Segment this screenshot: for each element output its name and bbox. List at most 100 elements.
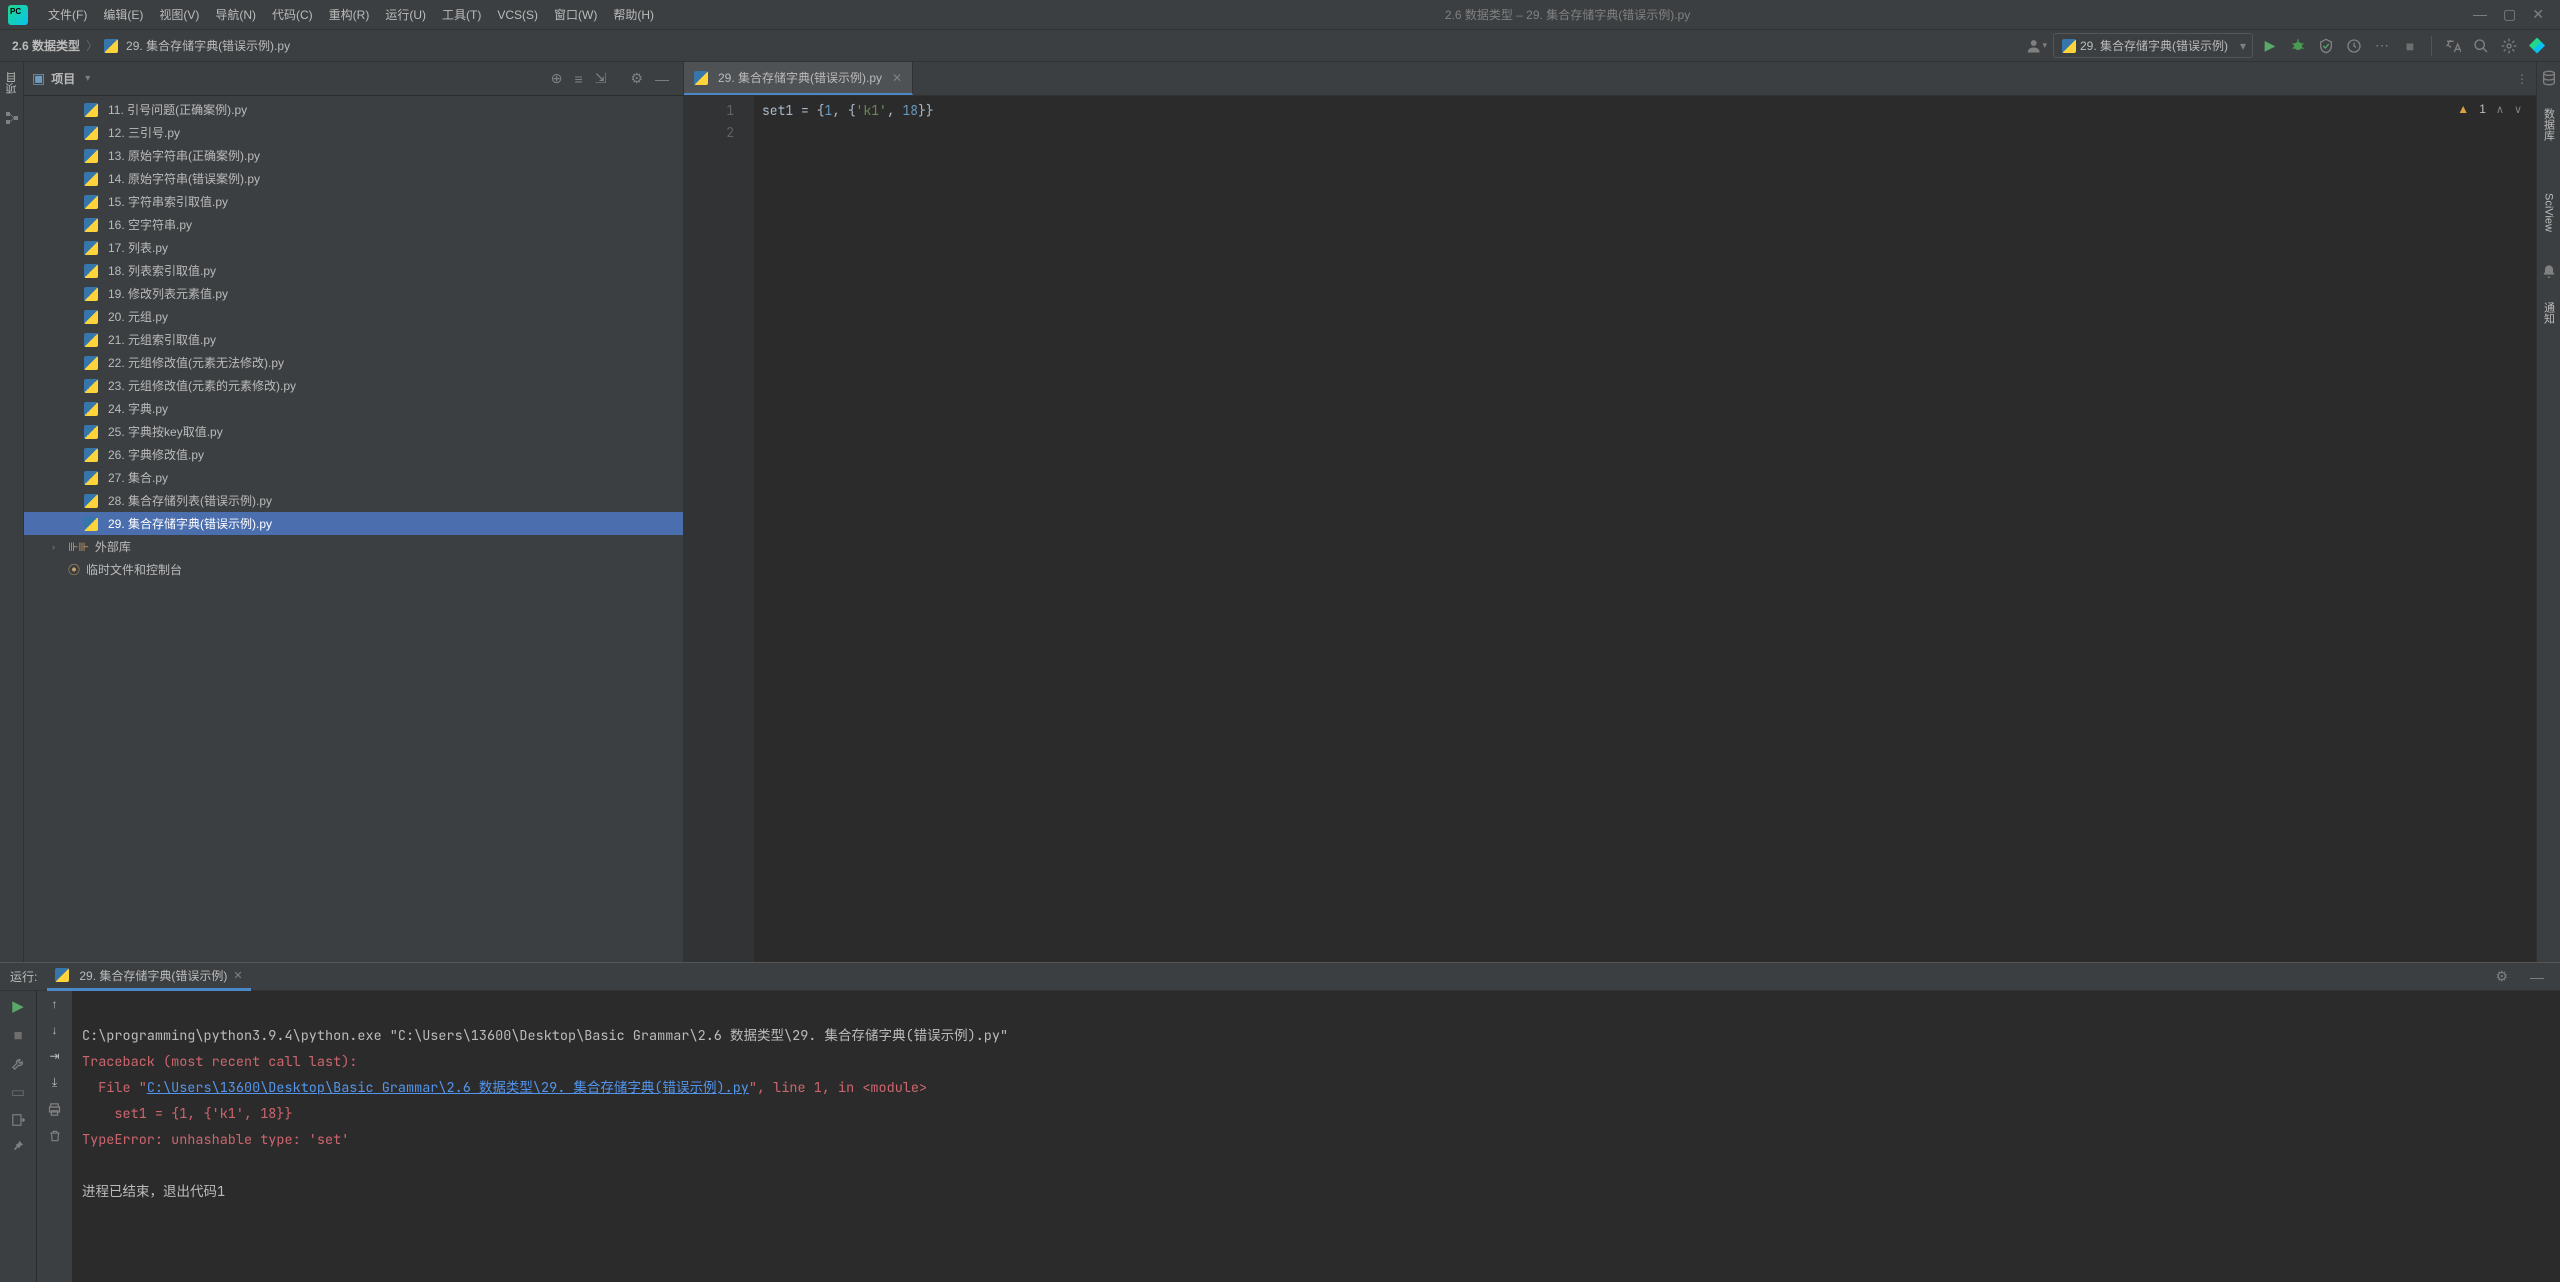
structure-icon[interactable] — [4, 110, 20, 126]
maximize-icon[interactable]: ▢ — [2503, 6, 2516, 23]
menu-view[interactable]: 视图(V) — [151, 0, 207, 30]
right-tab-sciview[interactable]: SciView — [2541, 187, 2557, 238]
editor-tab-more-icon[interactable]: ⋮ — [2508, 62, 2536, 95]
run-tab-active[interactable]: 29. 集合存储字典(错误示例) ✕ — [47, 963, 250, 991]
tree-file-label: 19. 修改列表元素值.py — [108, 285, 228, 302]
menu-refactor[interactable]: 重构(R) — [321, 0, 378, 30]
translate-icon[interactable] — [2442, 35, 2464, 57]
prev-highlight-icon[interactable]: ∧ — [2496, 103, 2504, 116]
right-tab-notifications[interactable]: 通知 — [2539, 296, 2559, 330]
coverage-icon[interactable] — [2315, 35, 2337, 57]
menu-file[interactable]: 文件(F) — [40, 0, 95, 30]
run-config-label: 29. 集合存储字典(错误示例) — [2080, 37, 2228, 54]
tree-file-label: 22. 元组修改值(元素无法修改).py — [108, 354, 284, 371]
tree-file-item[interactable]: 21. 元组索引取值.py — [24, 328, 683, 351]
tree-file-item[interactable]: 25. 字典按key取值.py — [24, 420, 683, 443]
tree-file-item[interactable]: 14. 原始字符串(错误案例).py — [24, 167, 683, 190]
database-icon[interactable] — [2541, 70, 2557, 86]
tree-file-item[interactable]: 22. 元组修改值(元素无法修改).py — [24, 351, 683, 374]
console-output[interactable]: C:\programming\python3.9.4\python.exe "C… — [72, 991, 2560, 1282]
concurrency-icon[interactable]: ⋯ — [2371, 35, 2393, 57]
console-file-link[interactable]: C:\Users\13600\Desktop\Basic Grammar\2.6… — [147, 1079, 749, 1097]
hide-icon[interactable]: — — [649, 71, 675, 87]
menu-help[interactable]: 帮助(H) — [605, 0, 662, 30]
bell-icon[interactable] — [2541, 264, 2557, 280]
tree-file-item[interactable]: 16. 空字符串.py — [24, 213, 683, 236]
menu-run[interactable]: 运行(U) — [377, 0, 434, 30]
rerun-icon[interactable]: ▶ — [12, 997, 24, 1015]
tree-file-item[interactable]: 18. 列表索引取值.py — [24, 259, 683, 282]
hide-icon[interactable]: — — [2524, 969, 2550, 985]
python-file-icon — [84, 103, 98, 117]
tree-file-label: 18. 列表索引取值.py — [108, 262, 216, 279]
expand-all-icon[interactable]: ≡ — [569, 71, 589, 87]
close-tab-icon[interactable]: ✕ — [233, 969, 242, 982]
exit-icon[interactable] — [11, 1113, 25, 1127]
left-tab-project[interactable]: 项目 — [2, 66, 22, 100]
menu-code[interactable]: 代码(C) — [264, 0, 321, 30]
tree-file-item[interactable]: 26. 字典修改值.py — [24, 443, 683, 466]
select-opened-file-icon[interactable]: ⊕ — [545, 70, 569, 87]
scroll-to-end-icon[interactable]: ⤓ — [52, 1075, 57, 1090]
breadcrumb-root[interactable]: 2.6 数据类型 — [12, 37, 80, 54]
next-highlight-icon[interactable]: ∨ — [2514, 103, 2522, 116]
editor-area: 29. 集合存储字典(错误示例).py ✕ ⋮ 1 2 set1 = {1, {… — [684, 62, 2536, 962]
run-icon[interactable]: ▶ — [2259, 35, 2281, 57]
menu-tools[interactable]: 工具(T) — [434, 0, 489, 30]
breadcrumb-file[interactable]: 29. 集合存储字典(错误示例).py — [126, 37, 290, 54]
stop-icon[interactable]: ■ — [2399, 35, 2421, 57]
settings-icon[interactable]: ⚙ — [624, 70, 649, 87]
tree-file-item[interactable]: 29. 集合存储字典(错误示例).py — [24, 512, 683, 535]
search-icon[interactable] — [2470, 35, 2492, 57]
code-area[interactable]: set1 = {1, {'k1', 18}} — [754, 96, 2536, 962]
tree-file-item[interactable]: 27. 集合.py — [24, 466, 683, 489]
menu-window[interactable]: 窗口(W) — [546, 0, 605, 30]
soft-wrap-icon[interactable]: ⇥ — [49, 1049, 59, 1063]
tree-file-item[interactable]: 19. 修改列表元素值.py — [24, 282, 683, 305]
debug-icon[interactable] — [2287, 35, 2309, 57]
tree-file-item[interactable]: 20. 元组.py — [24, 305, 683, 328]
down-icon[interactable]: ↓ — [52, 1023, 58, 1037]
menu-vcs[interactable]: VCS(S) — [489, 0, 546, 30]
trash-icon[interactable] — [48, 1129, 62, 1143]
editor-body[interactable]: 1 2 set1 = {1, {'k1', 18}} ▲ 1 ∧ ∨ — [684, 96, 2536, 962]
tree-file-item[interactable]: 12. 三引号.py — [24, 121, 683, 144]
menu-navigate[interactable]: 导航(N) — [207, 0, 264, 30]
line-number: 1 — [692, 100, 734, 122]
right-tab-database[interactable]: 数据库 — [2539, 102, 2559, 147]
scratch-icon: ⦿ — [68, 561, 80, 578]
warning-icon[interactable]: ▲ — [2457, 102, 2469, 116]
settings-icon[interactable]: ⚙ — [2489, 968, 2514, 985]
tree-file-item[interactable]: 24. 字典.py — [24, 397, 683, 420]
project-tree[interactable]: 11. 引号问题(正确案例).py12. 三引号.py13. 原始字符串(正确案… — [24, 96, 683, 962]
run-toolbar: ▾ 29. 集合存储字典(错误示例) ▶ ⋯ ■ — [2025, 33, 2548, 58]
tree-file-item[interactable]: 11. 引号问题(正确案例).py — [24, 98, 683, 121]
project-title: 项目 — [51, 70, 75, 87]
run-config-select[interactable]: 29. 集合存储字典(错误示例) — [2053, 33, 2253, 58]
tree-scratches[interactable]: ⦿临时文件和控制台 — [24, 558, 683, 581]
code-with-me-icon[interactable] — [2526, 35, 2548, 57]
user-icon[interactable]: ▾ — [2025, 35, 2047, 57]
stop-icon[interactable]: ■ — [13, 1027, 22, 1044]
layout-icon[interactable]: ▭ — [11, 1083, 25, 1101]
collapse-all-icon[interactable]: ⇲ — [589, 70, 613, 87]
editor-tab-active[interactable]: 29. 集合存储字典(错误示例).py ✕ — [684, 62, 913, 95]
tree-file-item[interactable]: 13. 原始字符串(正确案例).py — [24, 144, 683, 167]
minimize-icon[interactable]: — — [2473, 6, 2487, 23]
up-icon[interactable]: ↑ — [52, 997, 58, 1011]
pin-icon[interactable] — [11, 1139, 25, 1153]
print-icon[interactable] — [47, 1102, 62, 1117]
tree-file-item[interactable]: 23. 元组修改值(元素的元素修改).py — [24, 374, 683, 397]
wrench-icon[interactable] — [11, 1056, 26, 1071]
profile-icon[interactable] — [2343, 35, 2365, 57]
tree-external-lib[interactable]: ›⊪⊪外部库 — [24, 535, 683, 558]
close-icon[interactable]: ✕ — [2532, 6, 2544, 23]
tree-file-item[interactable]: 15. 字符串索引取值.py — [24, 190, 683, 213]
project-view-select[interactable]: ▣ 项目 ▾ — [32, 70, 90, 87]
close-tab-icon[interactable]: ✕ — [892, 71, 902, 85]
tree-file-item[interactable]: 17. 列表.py — [24, 236, 683, 259]
menu-edit[interactable]: 编辑(E) — [95, 0, 151, 30]
settings-icon[interactable] — [2498, 35, 2520, 57]
tree-file-item[interactable]: 28. 集合存储列表(错误示例).py — [24, 489, 683, 512]
tree-file-label: 20. 元组.py — [108, 308, 168, 325]
